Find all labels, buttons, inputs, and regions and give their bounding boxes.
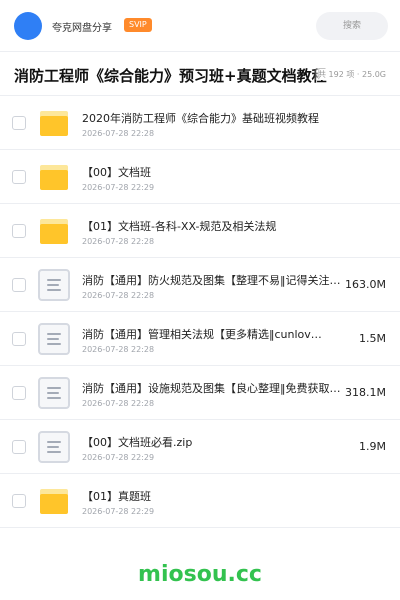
- list-item[interactable]: 【00】文档班 2026-07-28 22:29: [0, 150, 400, 204]
- page-title: 消防工程师《综合能力》预习班+真题文档教程: [14, 67, 327, 85]
- avatar[interactable]: [14, 12, 42, 40]
- file-size: 1.5M: [355, 332, 386, 345]
- file-name: 消防【通用】设施规范及图集【良心整理‖免费获取：c: [82, 382, 344, 395]
- file-date: 2026-07-28 22:29: [82, 183, 155, 192]
- app-header: 夸克网盘分享 SVIP 搜索: [0, 0, 400, 52]
- file-size: 1.9M: [355, 440, 386, 453]
- document-icon: [38, 431, 70, 463]
- list-item[interactable]: 2020年消防工程师《综合能力》基础班视频教程 2026-07-28 22:28: [0, 96, 400, 150]
- title-bar: 消防工程师《综合能力》预习班+真题文档教程 共 192 项 · 25.0G: [0, 52, 400, 96]
- file-name: 消防【通用】管理相关法规【更多精选‖cunlov…: [82, 328, 322, 341]
- file-name: 【00】文档班必看.zip: [82, 436, 193, 449]
- document-icon: [38, 323, 70, 355]
- select-checkbox[interactable]: [12, 116, 26, 130]
- file-date: 2026-07-28 22:28: [82, 237, 155, 246]
- list-item[interactable]: 【01】文档班-各科-XX-规范及相关法规 2026-07-28 22:28: [0, 204, 400, 258]
- file-date: 2026-07-28 22:28: [82, 291, 155, 300]
- document-icon: [38, 377, 70, 409]
- list-item[interactable]: 【00】文档班必看.zip 2026-07-28 22:29 1.9M: [0, 420, 400, 474]
- file-name: 2020年消防工程师《综合能力》基础班视频教程: [82, 112, 319, 125]
- list-item[interactable]: 消防【通用】设施规范及图集【良心整理‖免费获取：c 2026-07-28 22:…: [0, 366, 400, 420]
- svip-badge: SVIP: [124, 18, 152, 32]
- folder-icon: [38, 161, 70, 193]
- site-watermark: miosou.cc: [138, 562, 262, 587]
- list-item[interactable]: 消防【通用】管理相关法规【更多精选‖cunlov… 2026-07-28 22:…: [0, 312, 400, 366]
- file-size: 318.1M: [341, 386, 386, 399]
- select-checkbox[interactable]: [12, 386, 26, 400]
- list-item[interactable]: 【01】真题班 2026-07-28 22:29: [0, 474, 400, 528]
- file-name: 【00】文档班: [82, 166, 151, 179]
- document-icon: [38, 269, 70, 301]
- select-checkbox[interactable]: [12, 170, 26, 184]
- select-checkbox[interactable]: [12, 278, 26, 292]
- sharer-name: 夸克网盘分享: [52, 23, 112, 34]
- share-meta: 共 192 项 · 25.0G: [314, 69, 386, 80]
- file-date: 2026-07-28 22:28: [82, 399, 155, 408]
- file-date: 2026-07-28 22:28: [82, 345, 155, 354]
- folder-icon: [38, 215, 70, 247]
- select-checkbox[interactable]: [12, 332, 26, 346]
- select-checkbox[interactable]: [12, 494, 26, 508]
- list-item[interactable]: 消防【通用】防火规范及图集【整理不易‖记得关注：C 2026-07-28 22:…: [0, 258, 400, 312]
- search-button[interactable]: 搜索: [316, 12, 388, 40]
- file-date: 2026-07-28 22:29: [82, 507, 155, 516]
- file-name: 【01】真题班: [82, 490, 151, 503]
- file-size: 163.0M: [341, 278, 386, 291]
- select-checkbox[interactable]: [12, 440, 26, 454]
- file-date: 2026-07-28 22:28: [82, 129, 155, 138]
- file-date: 2026-07-28 22:29: [82, 453, 155, 462]
- select-checkbox[interactable]: [12, 224, 26, 238]
- file-list: 2020年消防工程师《综合能力》基础班视频教程 2026-07-28 22:28…: [0, 96, 400, 528]
- folder-icon: [38, 107, 70, 139]
- folder-icon: [38, 485, 70, 517]
- file-name: 消防【通用】防火规范及图集【整理不易‖记得关注：C: [82, 274, 344, 287]
- file-name: 【01】文档班-各科-XX-规范及相关法规: [82, 220, 277, 233]
